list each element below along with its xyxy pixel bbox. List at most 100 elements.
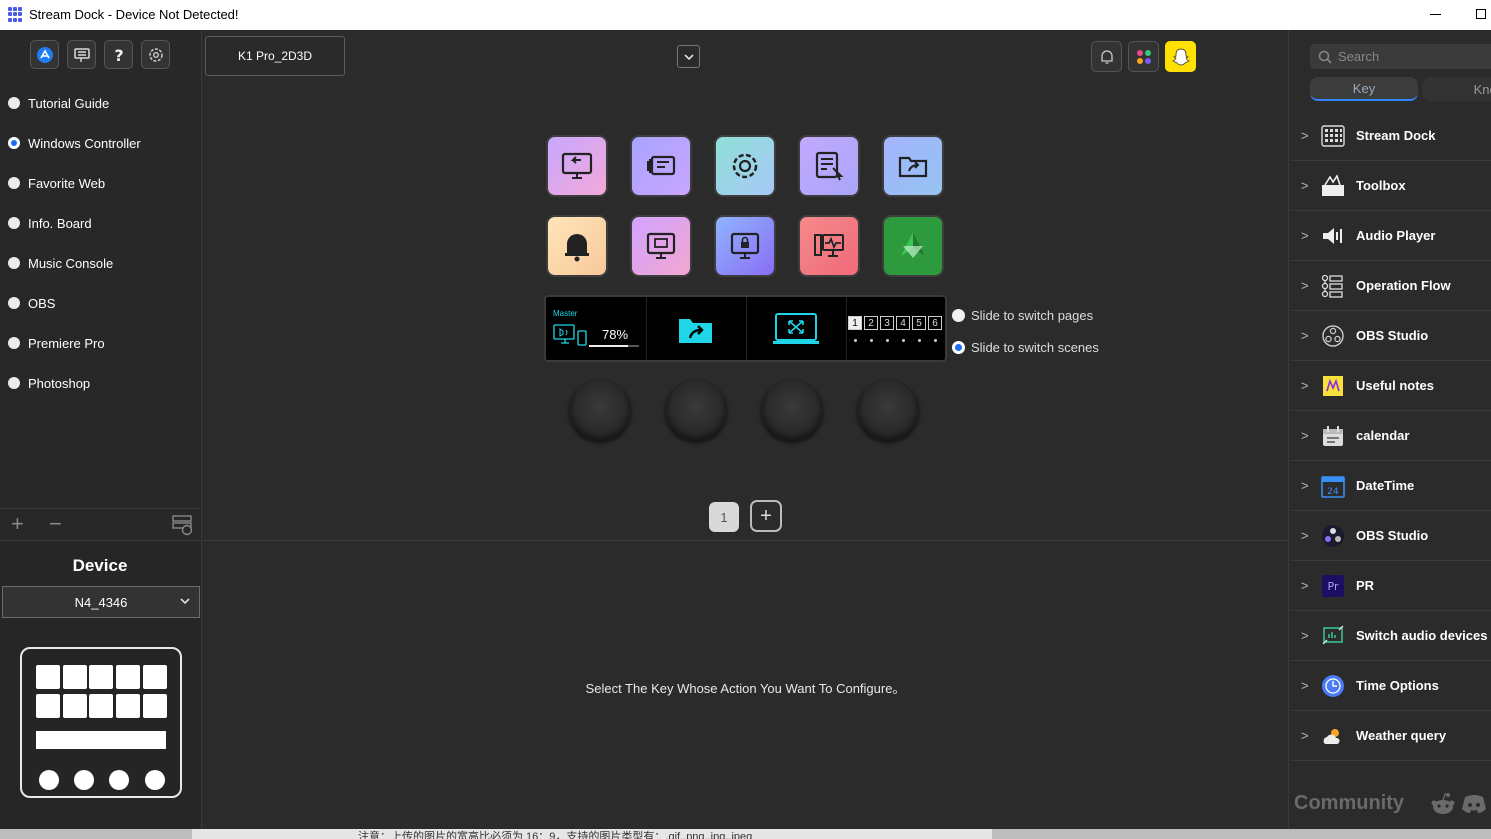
knob-4[interactable] bbox=[857, 379, 919, 441]
category-label: PR bbox=[1356, 578, 1375, 593]
audio-devices-icon bbox=[553, 324, 587, 346]
folder-share-icon bbox=[898, 156, 928, 178]
profile-premiere-pro[interactable]: Premiere Pro bbox=[0, 323, 200, 363]
option-label: Slide to switch pages bbox=[971, 308, 1094, 323]
minimize-button[interactable] bbox=[1430, 14, 1441, 15]
category-weather-query[interactable]: > Weather query bbox=[1290, 711, 1491, 761]
reddit-icon[interactable] bbox=[1430, 792, 1456, 821]
category-stream-dock[interactable]: > Stream Dock bbox=[1290, 111, 1491, 161]
key-window-switch[interactable] bbox=[630, 135, 692, 197]
key-screenshot[interactable] bbox=[630, 215, 692, 277]
profile-photoshop[interactable]: Photoshop bbox=[0, 363, 200, 403]
fullscreen-monitor-icon bbox=[773, 313, 819, 344]
profile-radio[interactable] bbox=[8, 297, 20, 309]
key-app-launcher[interactable] bbox=[882, 215, 944, 277]
slide-switch-scenes-option[interactable]: Slide to switch scenes bbox=[952, 340, 1099, 355]
tab-key[interactable]: Key bbox=[1310, 77, 1418, 101]
key-notifications[interactable] bbox=[546, 215, 608, 277]
profile-label: Premiere Pro bbox=[28, 335, 105, 351]
profile-actions-bar bbox=[0, 508, 200, 540]
key-settings[interactable] bbox=[714, 135, 776, 197]
notification-bell-button[interactable] bbox=[1091, 41, 1122, 72]
tab-label: Knob bbox=[1473, 81, 1491, 97]
chevron-right-icon: > bbox=[1301, 378, 1309, 393]
add-profile-button[interactable]: + bbox=[11, 513, 24, 535]
category-operation-flow[interactable]: > Operation Flow bbox=[1290, 261, 1491, 311]
svg-text:Pr: Pr bbox=[1328, 580, 1339, 593]
profile-obs[interactable]: OBS bbox=[0, 283, 200, 323]
maximize-button[interactable] bbox=[1476, 9, 1486, 19]
app-icon bbox=[8, 7, 23, 22]
device-select[interactable]: N4_4346 bbox=[2, 586, 200, 618]
key-open-folder[interactable] bbox=[882, 135, 944, 197]
toolbox-icon bbox=[1321, 173, 1345, 198]
category-time-options[interactable]: > Time Options bbox=[1290, 661, 1491, 711]
profile-radio[interactable] bbox=[8, 377, 20, 389]
lcd-touch-strip[interactable]: Master 78% 123456 bbox=[544, 295, 947, 362]
category-calendar[interactable]: > calendar bbox=[1290, 411, 1491, 461]
category-label: Time Options bbox=[1356, 678, 1439, 693]
profile-tutorial-guide[interactable]: Tutorial Guide bbox=[0, 83, 200, 123]
image-upload-note: 注意：上传的图片的宽高比必须为 16：9，支持的图片类型有：.gif,.png,… bbox=[358, 831, 753, 839]
slide-switch-pages-option[interactable]: Slide to switch pages bbox=[952, 308, 1093, 323]
search-input[interactable]: Search bbox=[1310, 44, 1491, 69]
key-performance-monitor[interactable] bbox=[798, 215, 860, 277]
section-divider bbox=[203, 540, 1288, 541]
option-radio[interactable] bbox=[952, 309, 965, 322]
category-obs-studio-2[interactable]: > OBS Studio bbox=[1290, 511, 1491, 561]
key-lock-screen[interactable] bbox=[714, 215, 776, 277]
profile-dropdown-button[interactable] bbox=[677, 45, 700, 68]
category-switch-audio-devices[interactable]: > Switch audio devices bbox=[1290, 611, 1491, 661]
document-cursor-icon bbox=[815, 151, 844, 181]
profile-radio[interactable] bbox=[8, 257, 20, 269]
profile-radio[interactable] bbox=[8, 177, 20, 189]
chevron-right-icon: > bbox=[1301, 428, 1309, 443]
plugin-market-button[interactable] bbox=[1128, 41, 1159, 72]
profile-radio[interactable] bbox=[8, 137, 20, 149]
key-task-manager[interactable] bbox=[798, 135, 860, 197]
category-label: Useful notes bbox=[1356, 378, 1435, 393]
remove-profile-button[interactable]: − bbox=[49, 513, 62, 535]
profile-manage-icon[interactable] bbox=[172, 514, 194, 541]
profile-radio[interactable] bbox=[8, 337, 20, 349]
logo-star-icon bbox=[901, 232, 925, 258]
profile-info-board[interactable]: Info. Board bbox=[0, 203, 200, 243]
category-datetime[interactable]: > 24 DateTime bbox=[1290, 461, 1491, 511]
lcd-page-dot bbox=[886, 339, 889, 342]
profile-label: Info. Board bbox=[28, 215, 92, 231]
page-1-button[interactable]: 1 bbox=[709, 502, 739, 532]
category-audio-player[interactable]: > Audio Player bbox=[1290, 211, 1491, 261]
category-obs-studio[interactable]: > OBS Studio bbox=[1290, 311, 1491, 361]
profile-radio[interactable] bbox=[8, 217, 20, 229]
knob-2[interactable] bbox=[665, 379, 727, 441]
snapchat-button[interactable] bbox=[1165, 41, 1196, 72]
help-icon[interactable]: ? bbox=[104, 40, 133, 69]
profile-windows-controller[interactable]: Windows Controller bbox=[0, 123, 200, 163]
premiere-icon: Pr bbox=[1321, 574, 1345, 598]
note-icon bbox=[1321, 374, 1345, 398]
profile-favorite-web[interactable]: Favorite Web bbox=[0, 163, 200, 203]
category-pr[interactable]: > Pr PR bbox=[1290, 561, 1491, 611]
category-useful-notes[interactable]: > Useful notes bbox=[1290, 361, 1491, 411]
option-radio[interactable] bbox=[952, 341, 965, 354]
key-desktop-switch[interactable] bbox=[546, 135, 608, 197]
chevron-right-icon: > bbox=[1301, 278, 1309, 293]
add-page-button[interactable]: + bbox=[750, 500, 782, 532]
app-store-icon[interactable] bbox=[30, 40, 59, 69]
obs-dark-icon bbox=[1321, 524, 1345, 548]
lcd-page-box: 1 bbox=[848, 316, 862, 330]
obs-icon bbox=[1321, 324, 1345, 348]
discord-icon[interactable] bbox=[1461, 794, 1487, 819]
feedback-icon[interactable] bbox=[67, 40, 96, 69]
profile-music-console[interactable]: Music Console bbox=[0, 243, 200, 283]
lcd-page-dot bbox=[934, 339, 937, 342]
profile-radio[interactable] bbox=[8, 97, 20, 109]
tab-knob[interactable]: Knob bbox=[1422, 77, 1491, 101]
chevron-right-icon: > bbox=[1301, 678, 1309, 693]
category-toolbox[interactable]: > Toolbox bbox=[1290, 161, 1491, 211]
current-profile-box[interactable]: K1 Pro_2D3D bbox=[205, 36, 345, 76]
profile-label: Photoshop bbox=[28, 375, 91, 391]
knob-1[interactable] bbox=[569, 379, 631, 441]
knob-3[interactable] bbox=[761, 379, 823, 441]
settings-gear-icon[interactable] bbox=[141, 40, 170, 69]
